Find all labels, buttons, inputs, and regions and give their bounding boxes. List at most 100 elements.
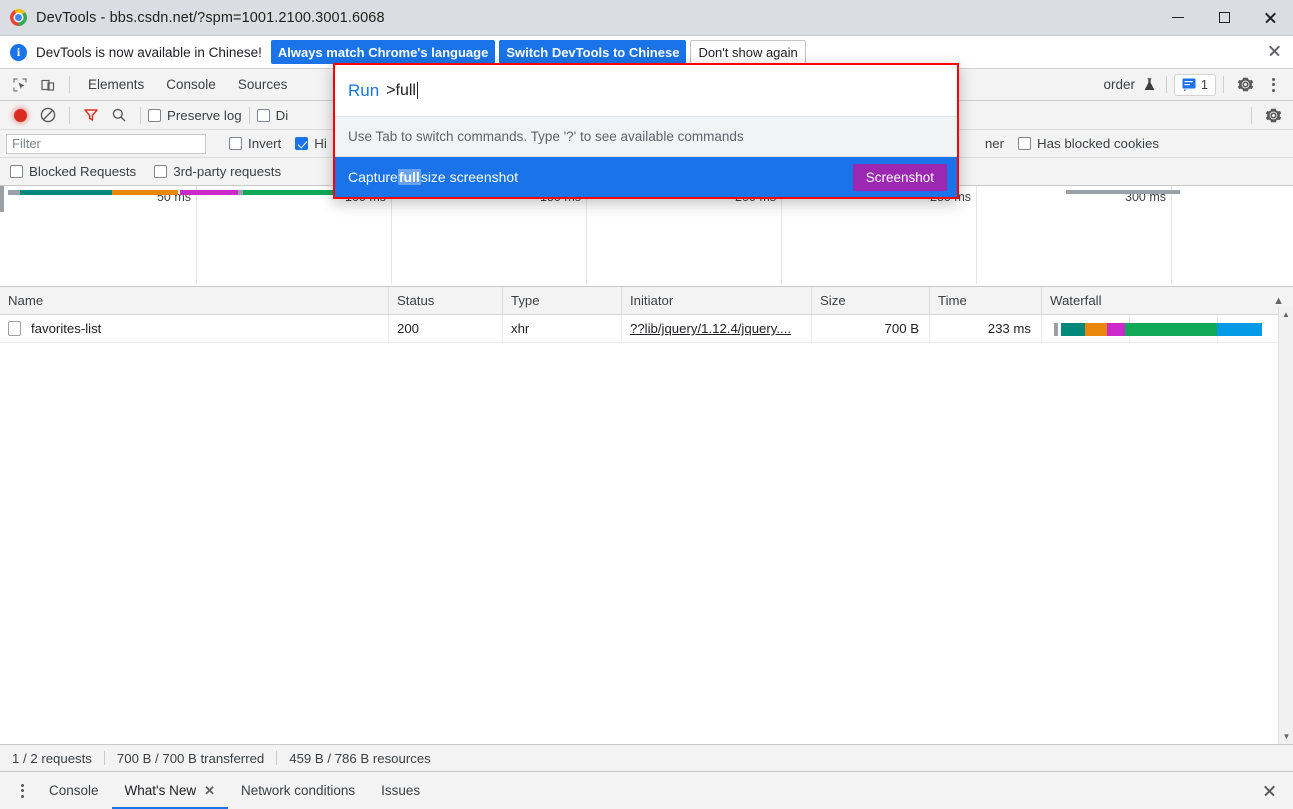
drawer-close-button[interactable]	[1255, 778, 1283, 804]
clear-icon	[40, 107, 56, 123]
toolbar-divider	[140, 106, 141, 124]
scroll-up-arrow-icon[interactable]: ▲	[1279, 307, 1293, 322]
column-header-waterfall[interactable]: Waterfall ▲	[1042, 287, 1293, 315]
column-header-name[interactable]: Name	[0, 286, 389, 315]
toolbar-divider	[1251, 106, 1252, 124]
network-settings-button[interactable]	[1259, 102, 1287, 128]
toolbar-divider	[1223, 76, 1224, 93]
info-icon: i	[10, 43, 27, 61]
tab-console[interactable]: Console	[155, 69, 227, 101]
invert-checkbox[interactable]: Invert	[229, 136, 281, 151]
column-header-type[interactable]: Type	[503, 286, 622, 315]
filter-input[interactable]	[6, 133, 206, 154]
network-overview[interactable]: 50 ms100 ms150 ms200 ms250 ms300 ms	[0, 186, 1293, 287]
request-type-icon	[8, 321, 21, 336]
column-header-status[interactable]: Status	[389, 286, 503, 315]
tab-sources[interactable]: Sources	[227, 69, 299, 101]
settings-button[interactable]	[1231, 72, 1259, 98]
overview-tick-line	[391, 186, 392, 284]
messages-badge[interactable]: 1	[1174, 73, 1216, 96]
record-icon	[13, 108, 27, 122]
waterfall-segment-download	[1217, 322, 1262, 336]
dont-show-again-button[interactable]: Don't show again	[690, 40, 806, 64]
tab-elements[interactable]: Elements	[77, 69, 155, 101]
drawer-tab-console[interactable]: Console	[36, 772, 112, 809]
table-scrollbar[interactable]: ▲ ▼	[1278, 307, 1293, 744]
clear-button[interactable]	[34, 102, 62, 128]
record-button[interactable]	[6, 102, 34, 128]
column-header-label: Initiator	[630, 293, 674, 308]
column-header-size[interactable]: Size	[812, 286, 930, 315]
drawer-tab-network-conditions[interactable]: Network conditions	[228, 772, 368, 809]
transferred-size: 700 B / 700 B transferred	[116, 750, 265, 766]
requests-count: 1 / 2 requests	[12, 750, 92, 766]
has-blocked-cookies-checkbox[interactable]: Has blocked cookies	[1018, 136, 1159, 151]
blocked-requests-checkbox[interactable]: Blocked Requests	[10, 164, 136, 179]
inspect-element-button[interactable]	[6, 72, 34, 98]
disable-cache-checkbox[interactable]: Di	[256, 108, 288, 123]
command-result-item[interactable]: Capture full size screenshot Screenshot	[335, 157, 957, 197]
checkbox-box	[1018, 137, 1032, 150]
toolbar-divider	[69, 76, 70, 93]
cell-time: 233 ms	[930, 314, 1042, 343]
sort-arrow-icon: ▲	[1273, 294, 1284, 307]
table-row[interactable]: favorites-list 200 xhr ??lib/jquery/1.12.4/…	[0, 314, 1293, 343]
cell-waterfall	[1042, 314, 1293, 343]
always-match-language-button[interactable]: Always match Chrome's language	[270, 40, 496, 64]
window-controls	[1155, 0, 1293, 36]
minimize-button[interactable]	[1155, 0, 1201, 36]
toggle-device-toolbar-button[interactable]	[34, 72, 62, 98]
column-header-time[interactable]: Time	[930, 286, 1042, 315]
infobar-close-button[interactable]	[1268, 44, 1281, 60]
drawer-tab-issues[interactable]: Issues	[368, 772, 433, 809]
blocked-requests-label: Blocked Requests	[29, 164, 137, 179]
column-header-label: Time	[938, 293, 967, 308]
overview-tick-line	[196, 186, 197, 284]
hide-data-urls-checkbox[interactable]: Hi	[295, 136, 327, 151]
waterfall-segment-connect	[1107, 322, 1125, 336]
checkbox-box	[148, 108, 161, 122]
status-divider	[103, 751, 105, 765]
preserve-log-checkbox[interactable]: Preserve log	[148, 108, 242, 123]
device-toolbar-icon	[41, 79, 55, 91]
title-bar: DevTools - bbs.csdn.net/?spm=1001.2100.3…	[0, 0, 1293, 36]
tab-recorder[interactable]: order	[1093, 69, 1140, 101]
tabstrip-right-group: order 1	[1093, 69, 1293, 101]
drawer-tab-label: What's New	[124, 783, 197, 798]
switch-to-chinese-button[interactable]: Switch DevTools to Chinese	[499, 40, 687, 64]
filter-toggle-button[interactable]	[77, 102, 105, 128]
gear-icon	[1237, 77, 1253, 92]
result-text-highlight: full	[397, 169, 421, 185]
column-header-label: Type	[511, 293, 540, 308]
waterfall-segment-stalled	[1061, 322, 1085, 336]
third-party-requests-label: 3rd-party requests	[173, 164, 282, 179]
scroll-down-arrow-icon[interactable]: ▼	[1279, 729, 1293, 744]
messages-count: 1	[1201, 77, 1208, 92]
column-header-label: Name	[8, 293, 44, 308]
resources-size: 459 B / 786 B resources	[289, 750, 431, 766]
close-window-button[interactable]	[1247, 0, 1293, 36]
search-button[interactable]	[105, 102, 133, 128]
status-divider	[276, 751, 278, 765]
more-tools-button[interactable]	[1259, 72, 1287, 98]
checkbox-box	[256, 108, 270, 122]
initiator-link[interactable]: ??lib/jquery/1.12.4/jquery....	[630, 321, 791, 336]
magnifier-icon	[112, 108, 126, 122]
maximize-button[interactable]	[1201, 0, 1247, 36]
command-hint: Use Tab to switch commands. Type '?' to …	[335, 117, 957, 157]
experiment-flask-button[interactable]	[1139, 72, 1159, 98]
waterfall-bar	[1054, 322, 1262, 336]
cell-size: 700 B	[812, 314, 930, 343]
infobar-message: DevTools is now available in Chinese!	[36, 44, 262, 60]
drawer-tab-label: Network conditions	[241, 783, 356, 798]
funnel-icon	[84, 109, 98, 121]
drawer-tab-whats-new[interactable]: What's New ✕	[111, 772, 229, 809]
command-palette[interactable]: Run >full Use Tab to switch commands. Ty…	[333, 63, 959, 199]
waterfall-segment-waiting	[1125, 322, 1217, 336]
drawer-more-button[interactable]	[8, 778, 36, 804]
command-input-row[interactable]: Run >full	[335, 65, 957, 117]
third-party-requests-checkbox[interactable]: 3rd-party requests	[154, 164, 281, 179]
close-icon[interactable]: ✕	[204, 783, 215, 799]
maximize-icon	[1218, 12, 1230, 23]
column-header-initiator[interactable]: Initiator	[622, 286, 812, 315]
